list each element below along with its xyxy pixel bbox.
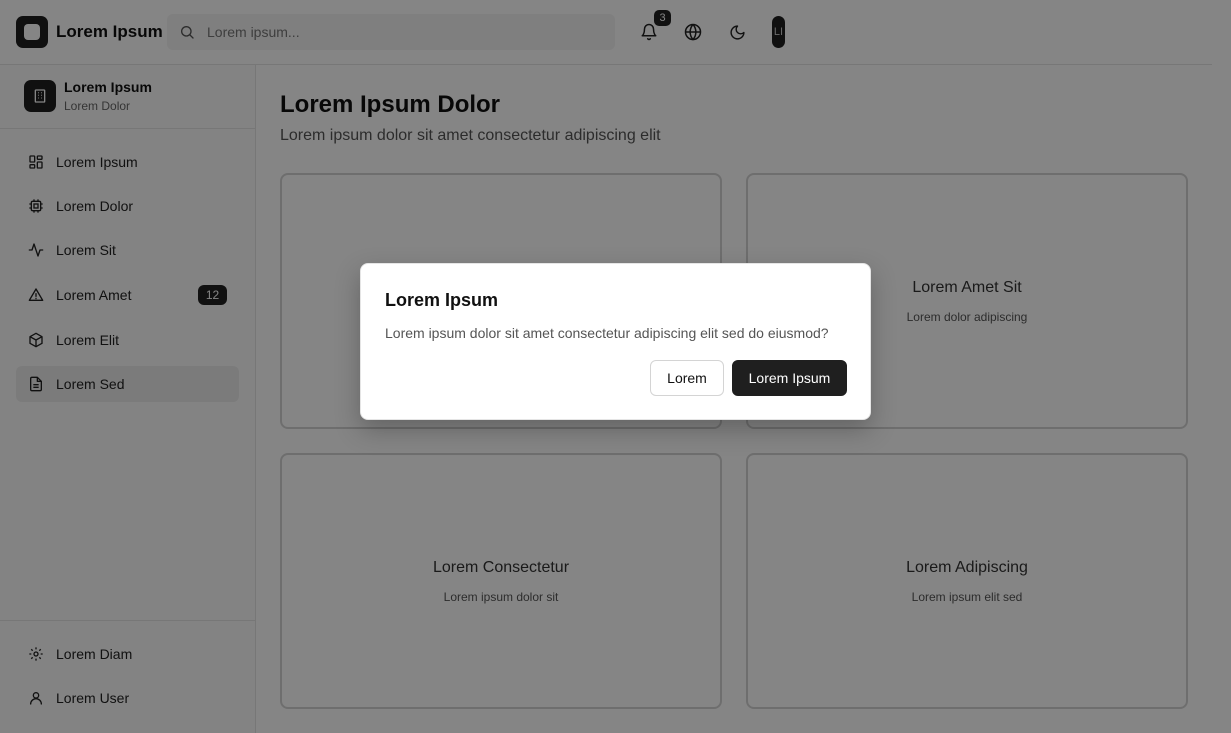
confirm-button[interactable]: Lorem Ipsum <box>732 360 847 396</box>
cancel-button[interactable]: Lorem <box>650 360 724 396</box>
dialog-message: Lorem ipsum dolor sit amet consectetur a… <box>385 325 829 341</box>
confirm-dialog: Lorem Ipsum Lorem ipsum dolor sit amet c… <box>360 263 871 420</box>
dialog-title: Lorem Ipsum <box>385 290 499 310</box>
